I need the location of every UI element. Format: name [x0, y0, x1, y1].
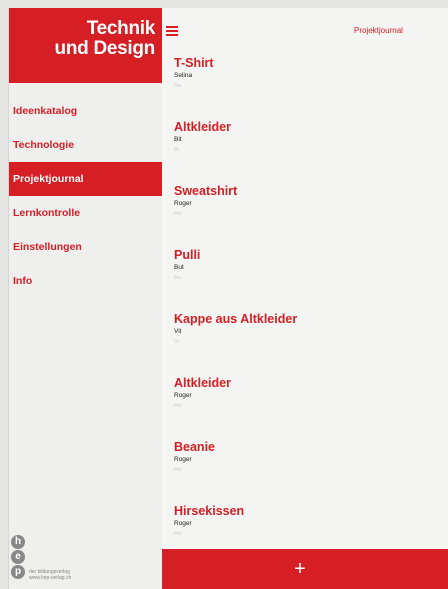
entry-meta: Bi — [174, 147, 179, 153]
publisher-logo: h e p der bildungsverlag www.hep-verlag.… — [9, 535, 163, 587]
entry-title: Kappe aus Altkleider — [174, 312, 298, 326]
list-item[interactable]: Sweatshirt Roger Ro — [162, 184, 442, 248]
publisher-line2: www.hep-verlag.ch — [29, 575, 72, 581]
sidebar-item-info[interactable]: Info — [9, 264, 163, 298]
entry-title: Altkleider — [174, 376, 231, 390]
entry-meta: Sa — [174, 83, 181, 89]
sidebar-item-technologie[interactable]: Technologie — [9, 128, 163, 162]
entry-author: Roger — [174, 392, 192, 399]
entry-author: Selina — [174, 72, 193, 79]
list-item[interactable]: Pulli But Bu — [162, 248, 442, 312]
sidebar-nav: Ideenkatalog Technologie Projektjournal … — [9, 94, 163, 298]
main-panel: Projektjournal T-Shirt Selina Sa Altklei… — [162, 8, 448, 589]
entry-title: T-Shirt — [174, 56, 214, 70]
sidebar: Technik und Design Ideenkatalog Technolo… — [8, 8, 163, 589]
journal-list: T-Shirt Selina Sa Altkleider Bit Bi Swea… — [162, 56, 442, 568]
list-item[interactable]: T-Shirt Selina Sa — [162, 56, 442, 120]
sidebar-item-projektjournal[interactable]: Projektjournal — [9, 162, 163, 196]
entry-title: Beanie — [174, 440, 215, 454]
brand-header: Technik und Design — [9, 8, 163, 83]
list-item[interactable]: Altkleider Bit Bi — [162, 120, 442, 184]
entry-meta: Ro — [174, 467, 182, 473]
entry-meta: Ro — [174, 531, 182, 537]
entry-author: Roger — [174, 520, 192, 527]
hep-logo-p: p — [11, 565, 25, 579]
entry-meta: Bu — [174, 275, 181, 281]
add-bar: + — [162, 549, 448, 589]
sidebar-item-einstellungen[interactable]: Einstellungen — [9, 230, 163, 264]
app-frame: Technik und Design Ideenkatalog Technolo… — [0, 0, 448, 589]
publisher-text: der bildungsverlag www.hep-verlag.ch — [29, 569, 71, 581]
hep-logo-h: h — [11, 535, 25, 549]
entry-meta: Vi — [174, 339, 179, 345]
entry-title: Altkleider — [174, 120, 231, 134]
entry-meta: Ro — [174, 403, 182, 409]
entry-author: Vit — [174, 328, 182, 335]
sidebar-item-ideenkatalog[interactable]: Ideenkatalog — [9, 94, 163, 128]
page-title: Projektjournal — [354, 26, 403, 35]
top-bar: Projektjournal — [162, 22, 448, 44]
brand-title-line2: und Design — [54, 38, 156, 59]
entry-title: Sweatshirt — [174, 184, 238, 198]
plus-icon[interactable]: + — [288, 557, 312, 581]
entry-title: Pulli — [174, 248, 201, 262]
sidebar-item-lernkontrolle[interactable]: Lernkontrolle — [9, 196, 163, 230]
entry-author: Bit — [174, 136, 182, 143]
entry-meta: Ro — [174, 211, 182, 217]
entry-author: Roger — [174, 456, 192, 463]
list-item[interactable]: Altkleider Roger Ro — [162, 376, 442, 440]
hamburger-icon[interactable] — [166, 26, 178, 36]
entry-title: Hirsekissen — [174, 504, 245, 518]
brand-title-line1: Technik — [86, 18, 156, 39]
hep-logo-e: e — [11, 550, 25, 564]
list-item[interactable]: Kappe aus Altkleider Vit Vi — [162, 312, 442, 376]
entry-author: But — [174, 264, 184, 271]
entry-author: Roger — [174, 200, 192, 207]
list-item[interactable]: Beanie Roger Ro — [162, 440, 442, 504]
